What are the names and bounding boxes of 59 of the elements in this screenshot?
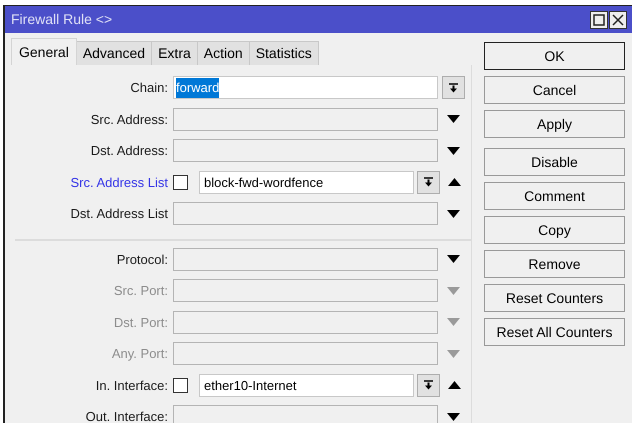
dialog-button[interactable]: Reset Counters	[484, 284, 625, 312]
maximize-button[interactable]	[590, 10, 608, 28]
field-label: Out. Interface:	[84, 408, 169, 423]
dropdown-arrow-icon[interactable]	[447, 115, 460, 124]
field-label: Dst. Port:	[112, 314, 169, 332]
input-field[interactable]: ether10-Internet	[199, 374, 414, 397]
chain-field[interactable]: forward	[173, 76, 438, 100]
input-field[interactable]	[173, 405, 438, 423]
field-label: Src. Address:	[90, 110, 169, 128]
collapse-arrow-icon[interactable]	[448, 178, 461, 186]
checkbox[interactable]	[173, 174, 188, 190]
tab[interactable]: Action	[198, 41, 250, 65]
tab[interactable]: Extra	[152, 41, 198, 65]
field-value: block-fwd-wordfence	[204, 174, 324, 192]
tab[interactable]: Statistics	[250, 41, 319, 65]
input-field[interactable]	[173, 310, 438, 334]
field-label: Protocol:	[116, 250, 169, 268]
field-label: Src. Address List	[69, 174, 169, 192]
input-field[interactable]	[173, 108, 438, 131]
dropdown-button[interactable]	[442, 76, 465, 100]
input-field[interactable]	[173, 139, 438, 162]
input-field[interactable]	[173, 279, 438, 302]
close-button[interactable]	[609, 10, 627, 28]
input-field[interactable]: block-fwd-wordfence	[199, 170, 414, 194]
dialog-button[interactable]: OK	[484, 42, 625, 70]
dialog-button[interactable]: Copy	[484, 216, 625, 244]
field-label: Chain:	[129, 79, 169, 97]
field-label: Dst. Address List	[69, 205, 169, 223]
close-icon	[612, 14, 624, 26]
dialog-button[interactable]: Cancel	[484, 76, 625, 104]
arrow-down-bar-icon	[424, 177, 433, 188]
dialog-button[interactable]: Apply	[484, 110, 625, 138]
arrow-down-bar-icon	[424, 380, 433, 390]
collapse-arrow-icon[interactable]	[448, 381, 461, 390]
field-value: ether10-Internet	[204, 376, 297, 394]
input-field[interactable]	[173, 202, 438, 226]
arrow-down-bar-icon	[449, 82, 458, 93]
field-label: In. Interface:	[94, 376, 169, 394]
dialog-button[interactable]: Reset All Counters	[484, 318, 625, 346]
dialog-button[interactable]: Comment	[484, 182, 625, 210]
checkbox[interactable]	[173, 378, 188, 393]
field-label: Src. Port:	[112, 282, 169, 300]
field-label: Any. Port:	[110, 345, 169, 363]
dropdown-button[interactable]	[417, 374, 440, 397]
dropdown-button[interactable]	[417, 170, 440, 194]
dropdown-arrow-icon[interactable]	[447, 255, 460, 264]
field-label: Dst. Address:	[90, 142, 169, 160]
tab[interactable]: Advanced	[76, 41, 152, 65]
dialog-button[interactable]: Remove	[484, 250, 625, 278]
window-title: Firewall Rule <>	[11, 10, 112, 29]
field-value: forward	[176, 78, 220, 98]
dialog-button[interactable]: Disable	[484, 148, 625, 176]
dropdown-arrow-icon[interactable]	[447, 210, 460, 218]
input-field[interactable]	[173, 248, 438, 271]
tab[interactable]: General	[11, 38, 77, 65]
maximize-icon	[593, 14, 605, 26]
dropdown-arrow-icon[interactable]	[447, 146, 460, 155]
input-field[interactable]	[173, 342, 438, 366]
dropdown-arrow-icon[interactable]	[447, 412, 460, 421]
